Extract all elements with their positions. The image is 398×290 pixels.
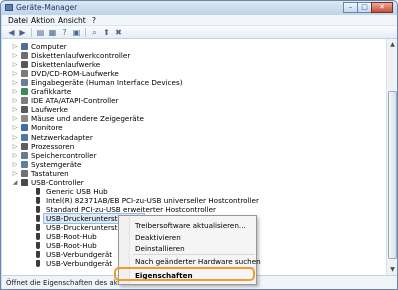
tree-item-label: Speichercontroller [31, 150, 97, 160]
device-manager-app-icon [5, 4, 13, 11]
system-devices-icon [21, 160, 28, 168]
device-manager-window: Geräte-Manager – □ ✕ Datei Aktion Ansich… [0, 0, 398, 290]
usb-controller-icon [21, 178, 28, 186]
tree-item-label: Mäuse und andere Zeigegeräte [31, 114, 144, 124]
expand-arrow-icon[interactable]: ▷ [12, 114, 18, 123]
usb-device-icon [36, 242, 40, 250]
usb-device-icon [36, 214, 40, 222]
floppy-controller-icon [21, 52, 28, 60]
tree-item-label: USB-Controller [31, 177, 84, 187]
usb-device-icon [36, 260, 40, 268]
show-hide-icon[interactable]: ▦ [48, 28, 57, 37]
usb-device-icon [36, 224, 40, 231]
tree-item-label: Grafikkarte [31, 87, 72, 97]
expand-arrow-icon[interactable]: ▷ [12, 60, 18, 69]
tree-item-label: Diskettenlaufwerkcontroller [31, 51, 131, 61]
tree-item-label: Monitore [31, 123, 63, 133]
menu-bar: Datei Aktion Ansicht ? [2, 15, 397, 26]
menu-ansicht[interactable]: Ansicht [58, 16, 86, 25]
title-bar[interactable]: Geräte-Manager – □ ✕ [1, 1, 397, 15]
disk-drive-icon [21, 106, 28, 114]
maximize-button[interactable]: □ [357, 2, 372, 13]
hid-icon [21, 79, 28, 87]
ide-controller-icon [21, 97, 28, 105]
expand-arrow-icon[interactable]: ▷ [12, 96, 18, 105]
display-adapter-icon [21, 88, 28, 96]
tree-item-label: USB-Root-Hub [46, 241, 97, 251]
expand-arrow-icon[interactable]: ▷ [12, 69, 18, 78]
forward-arrow-icon[interactable]: ▶ [18, 28, 27, 37]
ctx-update-driver[interactable]: Treibersoftware aktualisieren... [135, 221, 246, 230]
tree-item-label: IDE ATA/ATAPI-Controller [31, 96, 119, 106]
vertical-scrollbar[interactable]: ▲ ▼ [386, 39, 397, 275]
collapse-arrow-icon[interactable]: ◢ [12, 178, 18, 187]
floppy-drive-icon [21, 61, 28, 69]
menu-datei[interactable]: Datei [8, 16, 28, 25]
tree-item-label: USB-Verbundgerät [46, 250, 113, 260]
expand-arrow-icon[interactable]: ▷ [12, 169, 18, 178]
minimize-button[interactable]: – [343, 2, 358, 13]
tree-item-label: DVD/CD-ROM-Laufwerke [31, 69, 119, 79]
usb-device-icon [36, 205, 40, 213]
device-list-icon[interactable]: ▣ [72, 28, 81, 37]
tree-item-label: Computer [31, 42, 67, 51]
scrollbar-thumb[interactable] [388, 91, 397, 259]
menu-aktion[interactable]: Aktion [31, 16, 55, 25]
expand-arrow-icon[interactable]: ▷ [12, 51, 18, 60]
tree-item-label: Systemgeräte [31, 159, 82, 169]
back-arrow-icon[interactable]: ◀ [7, 28, 16, 37]
tree-item-label: Tastaturen [31, 168, 69, 178]
properties-highlight-ring [114, 267, 255, 281]
expand-arrow-icon[interactable]: ▷ [12, 123, 18, 132]
tree-item-label: Eingabegeräte (Human Interface Devices) [31, 78, 183, 88]
dvd-drive-icon [21, 70, 28, 78]
monitor-icon [21, 124, 28, 132]
mouse-icon [21, 115, 28, 123]
help-icon[interactable]: ? [60, 28, 69, 37]
ctx-disable[interactable]: Deaktivieren [135, 233, 181, 242]
tree-item-label: Laufwerke [31, 105, 68, 115]
tree-item-label: Prozessoren [31, 141, 75, 151]
window-title: Geräte-Manager [16, 3, 78, 12]
properties-icon[interactable]: ▤ [36, 28, 45, 37]
update-driver-icon[interactable]: ⬆ [102, 28, 111, 37]
tree-item-label: Generic USB Hub [46, 186, 108, 196]
expand-arrow-icon[interactable]: ▷ [12, 160, 18, 169]
ctx-scan-hardware[interactable]: Nach geänderter Hardware suchen [135, 257, 261, 266]
scroll-down-arrow-icon[interactable]: ▼ [388, 265, 397, 274]
tree-item-label: Standard PCI-zu-USB erweiterter Hostcont… [46, 204, 217, 214]
keyboard-icon [21, 169, 28, 177]
menu-help[interactable]: ? [92, 16, 96, 25]
tree-item-label: USB-Verbundgerät [46, 259, 113, 269]
tree-item-label: Intel(R) 82371AB/EB PCI-zu-USB universel… [46, 195, 259, 205]
storage-controller-icon [21, 151, 28, 159]
expand-arrow-icon[interactable]: ▷ [12, 133, 18, 142]
usb-device-icon [36, 251, 40, 259]
tree-item-label: USB-Root-Hub [46, 232, 97, 242]
toolbar-separator [85, 28, 86, 37]
toolbar: ◀ ▶ ▤ ▦ ? ▣ ⌕ ⬆ ✖ [2, 26, 397, 39]
context-menu-separator [133, 254, 255, 255]
network-adapter-icon [21, 133, 28, 141]
tree-item-label: Netzwerkadapter [31, 132, 93, 142]
scan-hardware-icon[interactable]: ⌕ [90, 28, 99, 37]
ctx-uninstall[interactable]: Deinstallieren [135, 244, 185, 253]
expand-arrow-icon[interactable]: ▷ [12, 42, 18, 51]
computer-icon [21, 43, 28, 50]
close-button[interactable]: ✕ [371, 2, 393, 13]
usb-device-icon [36, 233, 40, 241]
toolbar-separator [31, 28, 32, 37]
tree-item-label: Diskettenlaufwerke [31, 60, 101, 70]
expand-arrow-icon[interactable]: ▷ [12, 151, 18, 160]
usb-device-icon [36, 196, 40, 204]
expand-arrow-icon[interactable]: ▷ [12, 78, 18, 87]
expand-arrow-icon[interactable]: ▷ [12, 105, 18, 114]
expand-arrow-icon[interactable]: ▷ [12, 87, 18, 96]
uninstall-icon[interactable]: ✖ [114, 28, 123, 37]
expand-arrow-icon[interactable]: ▷ [12, 142, 18, 151]
scroll-up-arrow-icon[interactable]: ▲ [388, 40, 397, 49]
processor-icon [21, 142, 28, 150]
window-controls: – □ ✕ [343, 2, 393, 13]
usb-device-icon [36, 187, 40, 195]
